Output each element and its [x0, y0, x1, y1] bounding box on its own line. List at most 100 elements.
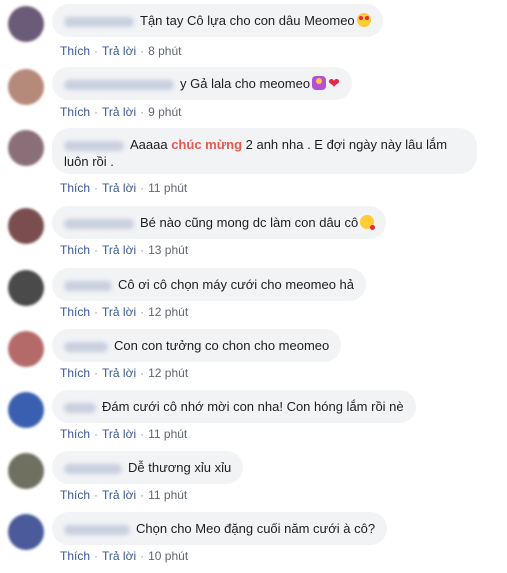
separator: ·: [94, 427, 99, 441]
separator: ·: [140, 427, 145, 441]
like-link[interactable]: Thích: [60, 105, 90, 119]
comment-text: Con con tưởng co chon cho meomeo: [114, 338, 330, 353]
commenter-name[interactable]: [64, 341, 108, 352]
comment-bubble: Đám cưới cô nhớ mời con nha! Con hóng lắ…: [52, 390, 416, 423]
comment-actions: Thích · Trả lời · 10 phút: [60, 549, 188, 563]
reply-link[interactable]: Trả lời: [102, 44, 136, 58]
avatar[interactable]: [8, 392, 44, 428]
reply-link[interactable]: Trả lời: [102, 243, 136, 257]
comment-item: Đám cưới cô nhớ mời con nha! Con hóng lắ…: [0, 390, 507, 451]
comment-item: Bé nào cũng mong dc làm con dâu cô Thích…: [0, 206, 507, 267]
comment-bubble: y Gả lala cho meomeo ❤: [52, 67, 352, 100]
commenter-name[interactable]: [64, 402, 96, 413]
separator: ·: [94, 488, 99, 502]
commenter-name[interactable]: [64, 16, 134, 27]
avatar[interactable]: [8, 6, 44, 42]
like-link[interactable]: Thích: [60, 305, 90, 319]
avatar[interactable]: [8, 453, 44, 489]
like-link[interactable]: Thích: [60, 243, 90, 257]
comment-item: Chọn cho Meo đặng cuối năm cưới à cô? Th…: [0, 512, 507, 573]
comment-text: Chọn cho Meo đặng cuối năm cưới à cô?: [136, 521, 376, 536]
comment-item: Cô ơi cô chọn máy cưới cho meomeo hả Thí…: [0, 268, 507, 329]
comment-actions: Thích · Trả lời · 9 phút: [60, 105, 181, 119]
like-link[interactable]: Thích: [60, 366, 90, 380]
comment-bubble: Bé nào cũng mong dc làm con dâu cô: [52, 206, 387, 239]
comment-item: Dễ thương xỉu xỉu Thích · Trả lời · 11 phút: [0, 451, 507, 512]
comment-timestamp[interactable]: 12 phút: [148, 305, 188, 319]
like-link[interactable]: Thích: [60, 488, 90, 502]
comment-bubble: Con con tưởng co chon cho meomeo: [52, 329, 342, 362]
comment-item: Con con tưởng co chon cho meomeo Thích · T…: [0, 329, 507, 390]
reply-link[interactable]: Trả lời: [102, 181, 136, 195]
separator: ·: [94, 243, 99, 257]
reply-link[interactable]: Trả lời: [102, 549, 136, 563]
avatar[interactable]: [8, 208, 44, 244]
comment-text: Cô ơi cô chọn máy cưới cho meomeo hả: [118, 277, 355, 292]
avatar[interactable]: [8, 514, 44, 550]
like-link[interactable]: Thích: [60, 181, 90, 195]
separator: ·: [140, 44, 145, 58]
separator: ·: [94, 44, 99, 58]
comment-timestamp[interactable]: 11 phút: [148, 488, 187, 502]
avatar[interactable]: [8, 331, 44, 367]
comment-bubble: Dễ thương xỉu xỉu: [52, 451, 244, 484]
comment-timestamp[interactable]: 13 phút: [148, 243, 188, 257]
comment-text: Đám cưới cô nhớ mời con nha! Con hóng lắ…: [102, 399, 404, 414]
comment-actions: Thích · Trả lời · 13 phút: [60, 243, 188, 257]
comment-actions: Thích · Trả lời · 12 phút: [60, 305, 188, 319]
comment-timestamp[interactable]: 11 phút: [148, 427, 187, 441]
like-link[interactable]: Thích: [60, 44, 90, 58]
commenter-name[interactable]: [64, 140, 124, 151]
reply-link[interactable]: Trả lời: [102, 366, 136, 380]
avatar[interactable]: [8, 130, 44, 166]
separator: ·: [140, 366, 145, 380]
comment-timestamp[interactable]: 8 phút: [148, 44, 181, 58]
comment-actions: Thích · Trả lời · 12 phút: [60, 366, 188, 380]
separator: ·: [94, 181, 99, 195]
comment-bubble: Chọn cho Meo đặng cuối năm cưới à cô?: [52, 512, 388, 545]
comment-actions: Thích · Trả lời · 8 phút: [60, 44, 181, 58]
reply-link[interactable]: Trả lời: [102, 488, 136, 502]
separator: ·: [94, 305, 99, 319]
comment-actions: Thích · Trả lời · 11 phút: [60, 181, 187, 195]
heart-eyes-emoji-icon: [356, 13, 371, 27]
comment-timestamp[interactable]: 11 phút: [148, 181, 187, 195]
separator: ·: [140, 181, 145, 195]
like-link[interactable]: Thích: [60, 427, 90, 441]
heart-emoji-icon: ❤: [328, 75, 340, 91]
reply-link[interactable]: Trả lời: [102, 305, 136, 319]
commenter-name[interactable]: [64, 463, 122, 474]
wink-kiss-emoji-icon: [360, 215, 376, 230]
comment-actions: Thích · Trả lời · 11 phút: [60, 427, 187, 441]
separator: ·: [94, 105, 99, 119]
comment-text: Dễ thương xỉu xỉu: [128, 460, 232, 475]
separator: ·: [94, 366, 99, 380]
comment-timestamp[interactable]: 10 phút: [148, 549, 188, 563]
comment-timestamp[interactable]: 9 phút: [148, 105, 181, 119]
reply-link[interactable]: Trả lời: [102, 427, 136, 441]
comment-bubble: Aaaaa chúc mừng 2 anh nha . E đợi ngày n…: [52, 128, 477, 174]
commenter-name[interactable]: [64, 79, 174, 90]
separator: ·: [140, 488, 145, 502]
comment-bubble: Cô ơi cô chọn máy cưới cho meomeo hả: [52, 268, 367, 301]
comment-item: Tận tay Cô lựa cho con dâu Meomeo Thích ·…: [0, 4, 507, 65]
comment-timestamp[interactable]: 12 phút: [148, 366, 188, 380]
highlighted-keyword[interactable]: chúc mừng: [171, 137, 242, 152]
comment-list: Tận tay Cô lựa cho con dâu Meomeo Thích ·…: [0, 0, 507, 572]
separator: ·: [140, 243, 145, 257]
commenter-name[interactable]: [64, 524, 130, 535]
comment-bubble: Tận tay Cô lựa cho con dâu Meomeo: [52, 4, 383, 37]
comment-text: Tận tay Cô lựa cho con dâu Meomeo: [140, 13, 355, 28]
comment-actions: Thích · Trả lời · 11 phút: [60, 488, 187, 502]
comment-item: y Gả lala cho meomeo ❤ Thích · Trả lời · 9 ph…: [0, 67, 507, 128]
separator: ·: [94, 549, 99, 563]
comment-text: Bé nào cũng mong dc làm con dâu cô: [140, 215, 359, 230]
like-link[interactable]: Thích: [60, 549, 90, 563]
commenter-name[interactable]: [64, 218, 134, 229]
avatar[interactable]: [8, 69, 44, 105]
separator: ·: [140, 105, 145, 119]
separator: ·: [140, 305, 145, 319]
commenter-name[interactable]: [64, 280, 112, 291]
reply-link[interactable]: Trả lời: [102, 105, 136, 119]
avatar[interactable]: [8, 270, 44, 306]
